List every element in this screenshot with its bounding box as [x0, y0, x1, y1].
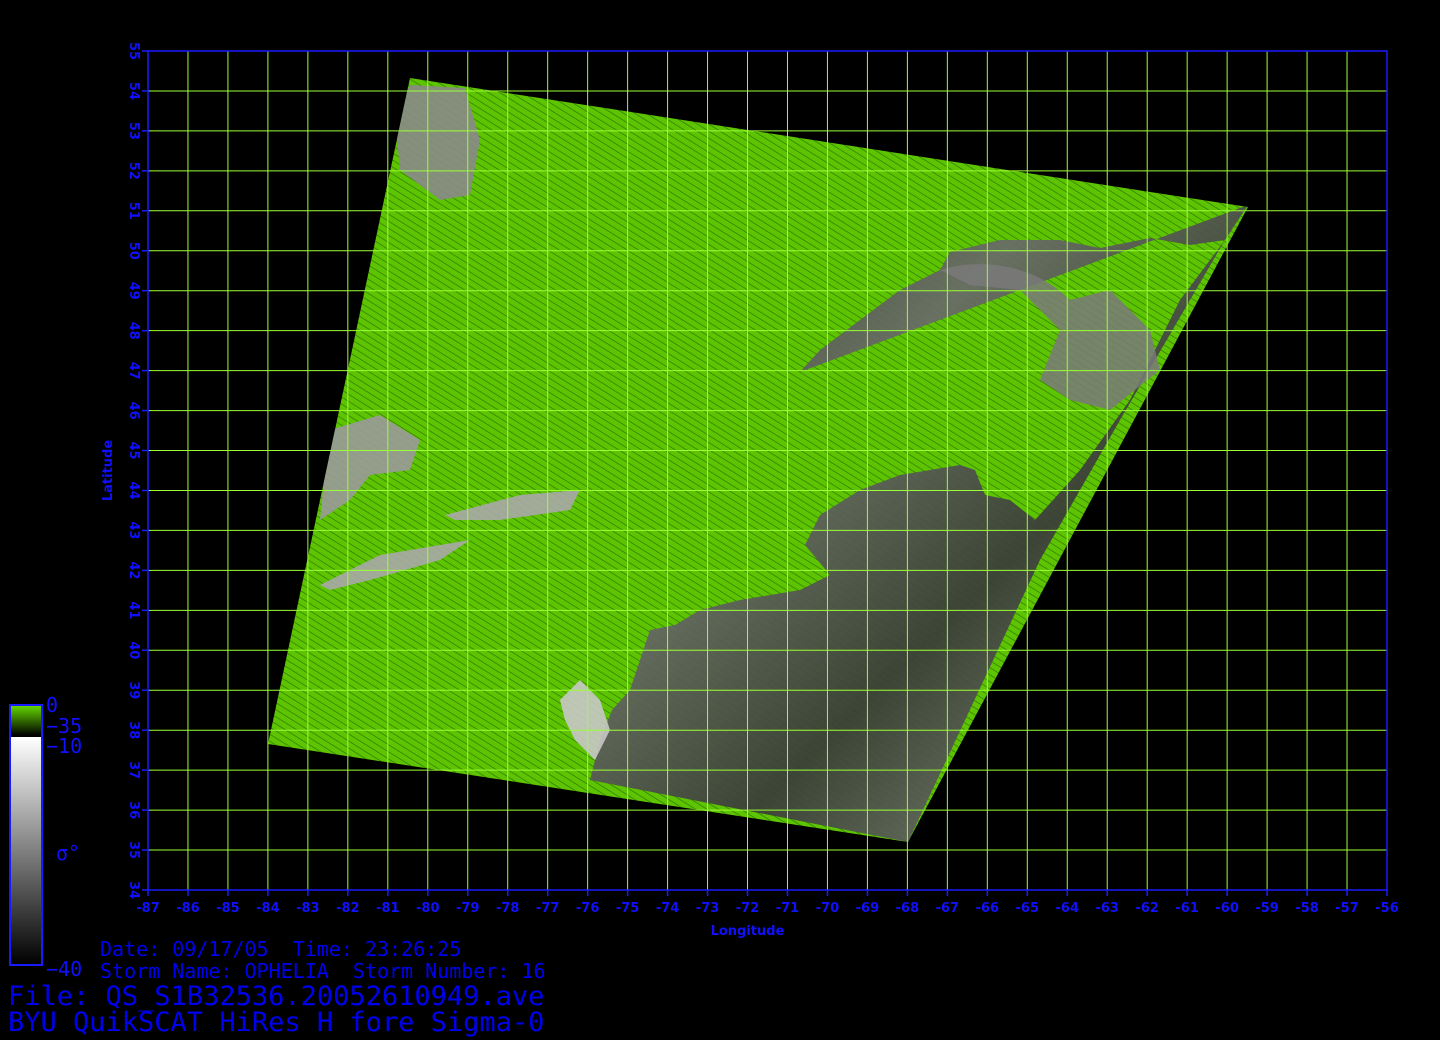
lon-tick-label: -67 — [936, 901, 960, 916]
lon-tick-label: -68 — [896, 901, 920, 916]
lon-tick-label: -59 — [1255, 901, 1279, 916]
lon-tick-label: -63 — [1095, 901, 1119, 916]
lon-tick-label: -61 — [1175, 901, 1199, 916]
lat-tick-label: 39 — [126, 681, 141, 699]
storm-line: Storm Name: OPHELIA Storm Number: 16 — [100, 959, 546, 983]
lat-tick-label: 40 — [126, 641, 141, 659]
lat-tick-label: 55 — [126, 42, 141, 60]
lon-tick-label: -72 — [736, 901, 760, 916]
lon-tick-label: -56 — [1375, 901, 1399, 916]
lon-tick-label: -75 — [616, 901, 640, 916]
lon-tick-label: -65 — [1016, 901, 1040, 916]
lon-tick-label: -74 — [656, 901, 680, 916]
lat-tick-label: 45 — [126, 441, 141, 459]
lon-tick-label: -81 — [376, 901, 400, 916]
lon-tick-label: -83 — [296, 901, 320, 916]
y-axis-label: Latitude — [101, 440, 116, 502]
lon-tick-label: -71 — [776, 901, 800, 916]
colorbar-symbol: σ° — [56, 841, 80, 865]
lat-tick-label: 47 — [126, 362, 141, 380]
lat-tick-label: 50 — [126, 242, 141, 260]
colorbar-gray-section — [10, 737, 42, 965]
lon-tick-label: -64 — [1056, 901, 1080, 916]
product-line: BYU QuikSCAT HiRes H fore Sigma-0 — [8, 1007, 545, 1038]
colorbar-label-bottom: −40 — [46, 957, 82, 981]
lat-tick-label: 54 — [126, 82, 141, 100]
colorbar-label-mid: −10 — [46, 734, 82, 758]
lon-tick-label: -80 — [416, 901, 440, 916]
lat-tick-label: 34 — [126, 881, 141, 899]
lon-tick-label: -79 — [456, 901, 480, 916]
lat-tick-label: 49 — [126, 282, 141, 300]
lon-tick-label: -70 — [816, 901, 840, 916]
lat-tick-label: 36 — [126, 801, 141, 819]
lat-tick-label: 48 — [126, 322, 141, 340]
lon-tick-label: -73 — [696, 901, 720, 916]
lat-tick-label: 37 — [126, 761, 141, 779]
date-time-line: Date: 09/17/05 Time: 23:26:25 — [100, 937, 462, 961]
lon-tick-label: -87 — [136, 901, 160, 916]
lat-tick-label: 38 — [126, 721, 141, 739]
sigma0-colorbar: 0 −35 −10 σ° −40 — [9, 693, 82, 981]
lon-tick-label: -78 — [496, 901, 520, 916]
lat-tick-label: 41 — [126, 601, 141, 619]
scatterometer-swath — [268, 78, 1248, 842]
lat-tick-label: 44 — [126, 481, 141, 499]
lon-tick-label: -66 — [976, 901, 1000, 916]
lon-tick-label: -84 — [256, 901, 280, 916]
lat-tick-label: 35 — [126, 841, 141, 859]
lon-tick-label: -57 — [1335, 901, 1359, 916]
colorbar-green-section — [10, 705, 42, 735]
lat-tick-label: 42 — [126, 561, 141, 579]
lon-tick-label: -69 — [856, 901, 880, 916]
map-plot: -87 -86 -85 -84 -83 -82 -81 -80 -79 -78 -77 -76 -75 -… — [9, 42, 1399, 981]
lon-tick-label: -82 — [336, 901, 360, 916]
lat-tick-label: 52 — [126, 162, 141, 180]
lon-tick-label: -77 — [536, 901, 560, 916]
lat-tick-label: 43 — [126, 521, 141, 539]
lon-tick-label: -62 — [1135, 901, 1159, 916]
lon-tick-label: -60 — [1215, 901, 1239, 916]
lat-tick-label: 46 — [126, 402, 141, 420]
lat-tick-label: 51 — [126, 202, 141, 220]
lon-tick-label: -58 — [1295, 901, 1319, 916]
lon-tick-label: -76 — [576, 901, 600, 916]
lon-tick-label: -85 — [216, 901, 240, 916]
lon-tick-label: -86 — [176, 901, 200, 916]
x-axis-label: Longitude — [711, 924, 785, 939]
lat-tick-label: 53 — [126, 122, 141, 140]
